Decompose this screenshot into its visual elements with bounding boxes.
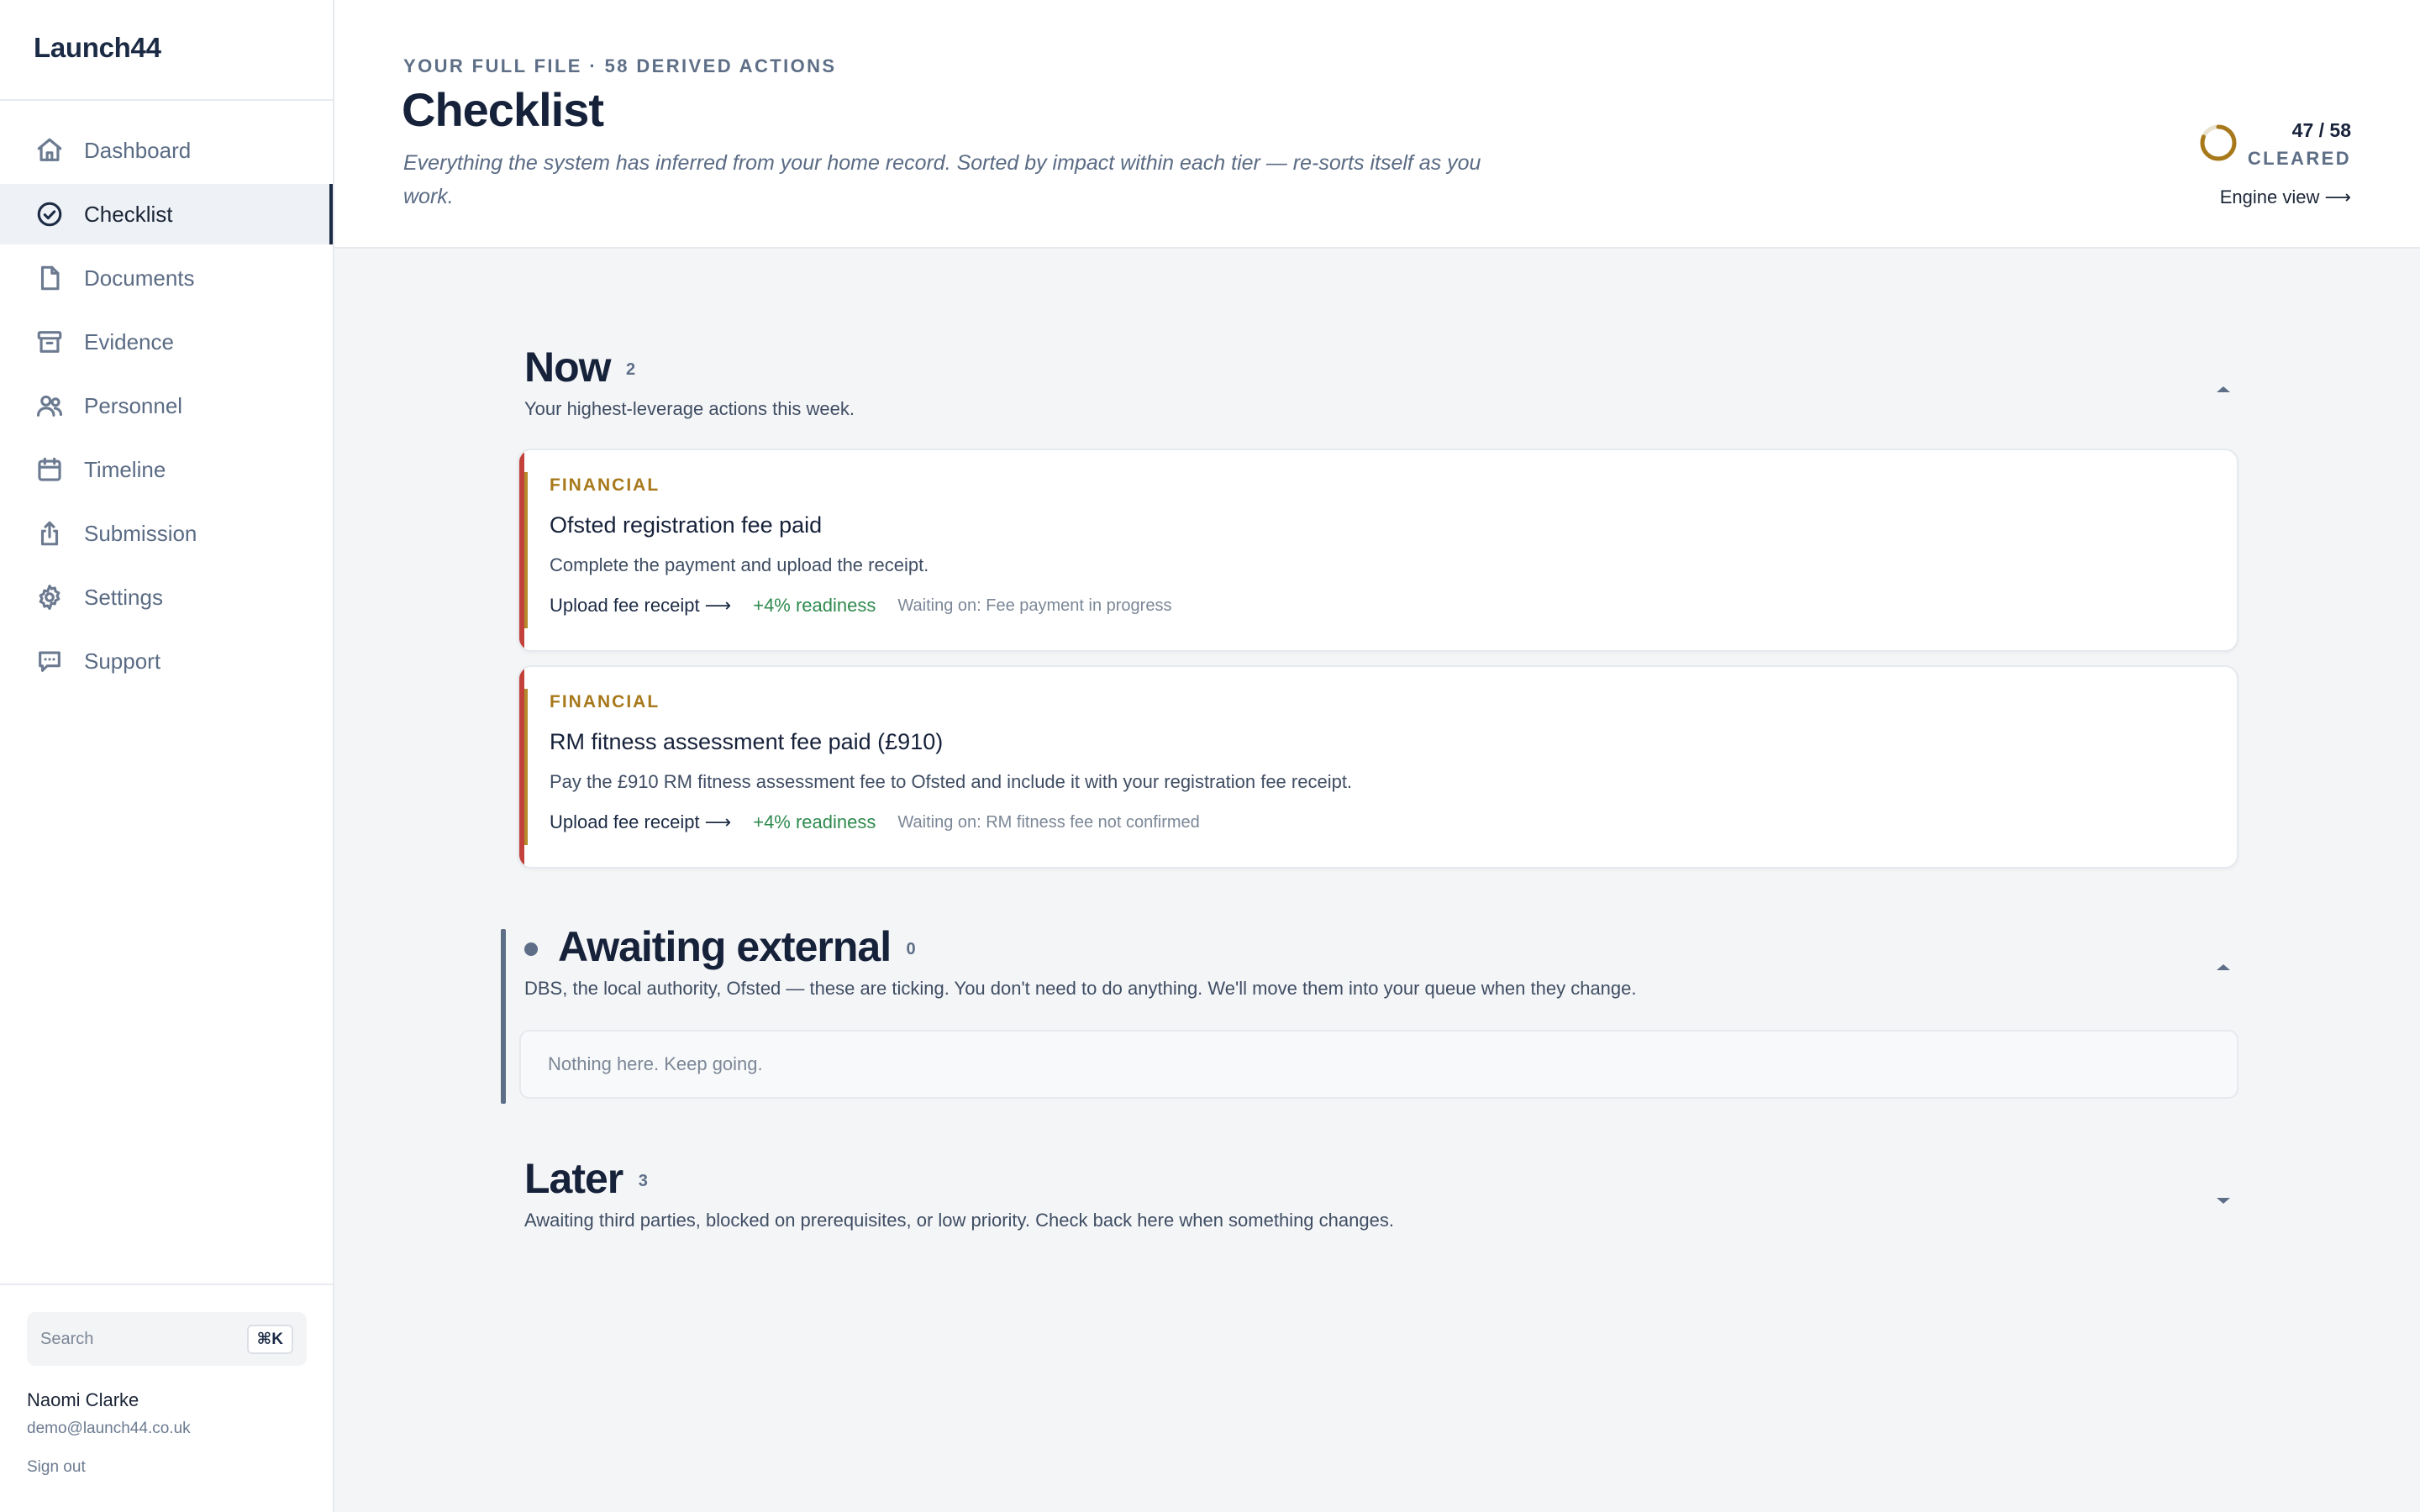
empty-state: Nothing here. Keep going. [519, 1030, 2238, 1099]
section-count: 3 [638, 1172, 648, 1190]
section-description: DBS, the local authority, Ofsted — these… [524, 978, 1637, 999]
page-description: Everything the system has inferred from … [403, 151, 1481, 208]
search-placeholder: Search [40, 1329, 94, 1348]
upload-receipt-link[interactable]: Upload fee receipt ⟶ [550, 595, 731, 617]
engine-view-link[interactable]: Engine view ⟶ [2183, 186, 2351, 208]
sign-out-link[interactable]: Sign out [27, 1458, 86, 1477]
check-circle-icon [34, 198, 66, 230]
home-icon [34, 134, 66, 166]
share-icon [34, 517, 66, 549]
user-name: Naomi Clarke [27, 1389, 139, 1410]
category-tag: FINANCIAL [550, 692, 660, 711]
sidebar-item-label: Submission [84, 520, 197, 546]
card-actions: Upload fee receipt ⟶ +4% readiness Waiti… [550, 595, 1171, 617]
category-tag: FINANCIAL [550, 475, 660, 495]
gear-icon [34, 581, 66, 613]
sidebar-item-settings[interactable]: Settings [0, 567, 333, 627]
card-actions: Upload fee receipt ⟶ +4% readiness Waiti… [550, 811, 1200, 833]
chevron-down-icon[interactable] [2213, 1194, 2233, 1208]
chevron-up-icon[interactable] [2213, 960, 2233, 974]
section-title: Awaiting external [558, 923, 892, 970]
sidebar-item-label: Documents [84, 265, 195, 291]
sidebar-item-dashboard[interactable]: Dashboard [0, 120, 333, 181]
sidebar-item-submission[interactable]: Submission [0, 503, 333, 564]
card-description: Pay the £910 RM fitness assessment fee t… [550, 771, 1353, 792]
users-icon [34, 390, 66, 422]
sidebar-item-label: Evidence [84, 328, 174, 354]
calendar-icon [34, 454, 66, 486]
chat-icon [34, 645, 66, 677]
section-later-header: Later 3 Awaiting third parties, blocked … [524, 1154, 1394, 1231]
search-input[interactable]: Search ⌘K [27, 1312, 307, 1366]
category-stripe [524, 472, 528, 628]
sidebar-item-label: Checklist [84, 201, 173, 227]
sidebar-item-label: Settings [84, 584, 163, 610]
section-count: 2 [626, 360, 636, 379]
sidebar-item-documents[interactable]: Documents [0, 248, 333, 308]
progress-ring [2200, 124, 2237, 161]
card-title: RM fitness assessment fee paid (£910) [550, 729, 944, 754]
page-eyebrow: YOUR FULL FILE · 58 DERIVED ACTIONS [403, 55, 837, 76]
category-stripe [524, 689, 528, 845]
section-awaiting-header: Awaiting external 0 DBS, the local autho… [524, 922, 1637, 1000]
card-title: Ofsted registration fee paid [550, 512, 823, 538]
section-title: Later [524, 1155, 623, 1202]
section-count: 0 [906, 940, 916, 958]
action-card[interactable]: FINANCIAL RM fitness assessment fee paid… [518, 665, 2238, 869]
progress-label: CLEARED [2247, 148, 2351, 169]
sidebar-item-timeline[interactable]: Timeline [0, 439, 333, 500]
readiness-gain: +4% readiness [753, 595, 876, 616]
sidebar-nav: Dashboard Checklist Documents Evidence P… [0, 120, 333, 695]
sidebar-item-evidence[interactable]: Evidence [0, 312, 333, 372]
user-email: demo@launch44.co.uk [27, 1420, 191, 1437]
section-now-header: Now 2 Your highest-leverage actions this… [524, 343, 855, 420]
sidebar-item-label: Timeline [84, 456, 166, 482]
sidebar-item-label: Support [84, 648, 161, 674]
action-card[interactable]: FINANCIAL Ofsted registration fee paid C… [518, 449, 2238, 652]
document-icon [34, 262, 66, 294]
card-description: Complete the payment and upload the rece… [550, 554, 929, 575]
section-description: Awaiting third parties, blocked on prere… [524, 1210, 1394, 1231]
search-shortcut-badge: ⌘K [246, 1324, 293, 1354]
page-header: YOUR FULL FILE · 58 DERIVED ACTIONS Chec… [334, 0, 2420, 249]
section-description: Your highest-leverage actions this week. [524, 398, 855, 419]
waiting-on-text: Waiting on: Fee payment in progress [897, 596, 1172, 615]
sidebar-item-label: Dashboard [84, 137, 192, 163]
upload-receipt-link[interactable]: Upload fee receipt ⟶ [550, 811, 731, 833]
readiness-gain: +4% readiness [753, 811, 876, 832]
sidebar-item-personnel[interactable]: Personnel [0, 375, 333, 436]
progress-count: 47 / 58 [2291, 119, 2351, 141]
page-title: Checklist [402, 83, 604, 136]
sidebar-item-support[interactable]: Support [0, 631, 333, 691]
chevron-up-icon[interactable] [2213, 382, 2233, 396]
section-accent-bar [501, 929, 506, 1104]
section-title: Now [524, 344, 612, 391]
sidebar-item-checklist[interactable]: Checklist [0, 184, 333, 244]
sidebar-divider [0, 1284, 333, 1285]
sidebar-divider [0, 99, 333, 101]
app-logo[interactable]: Launch44 [34, 32, 161, 64]
sidebar-item-label: Personnel [84, 392, 183, 418]
waiting-on-text: Waiting on: RM fitness fee not confirmed [897, 812, 1200, 832]
sidebar: Launch44 Dashboard Checklist Documents E… [0, 0, 334, 1512]
archive-icon [34, 326, 66, 358]
